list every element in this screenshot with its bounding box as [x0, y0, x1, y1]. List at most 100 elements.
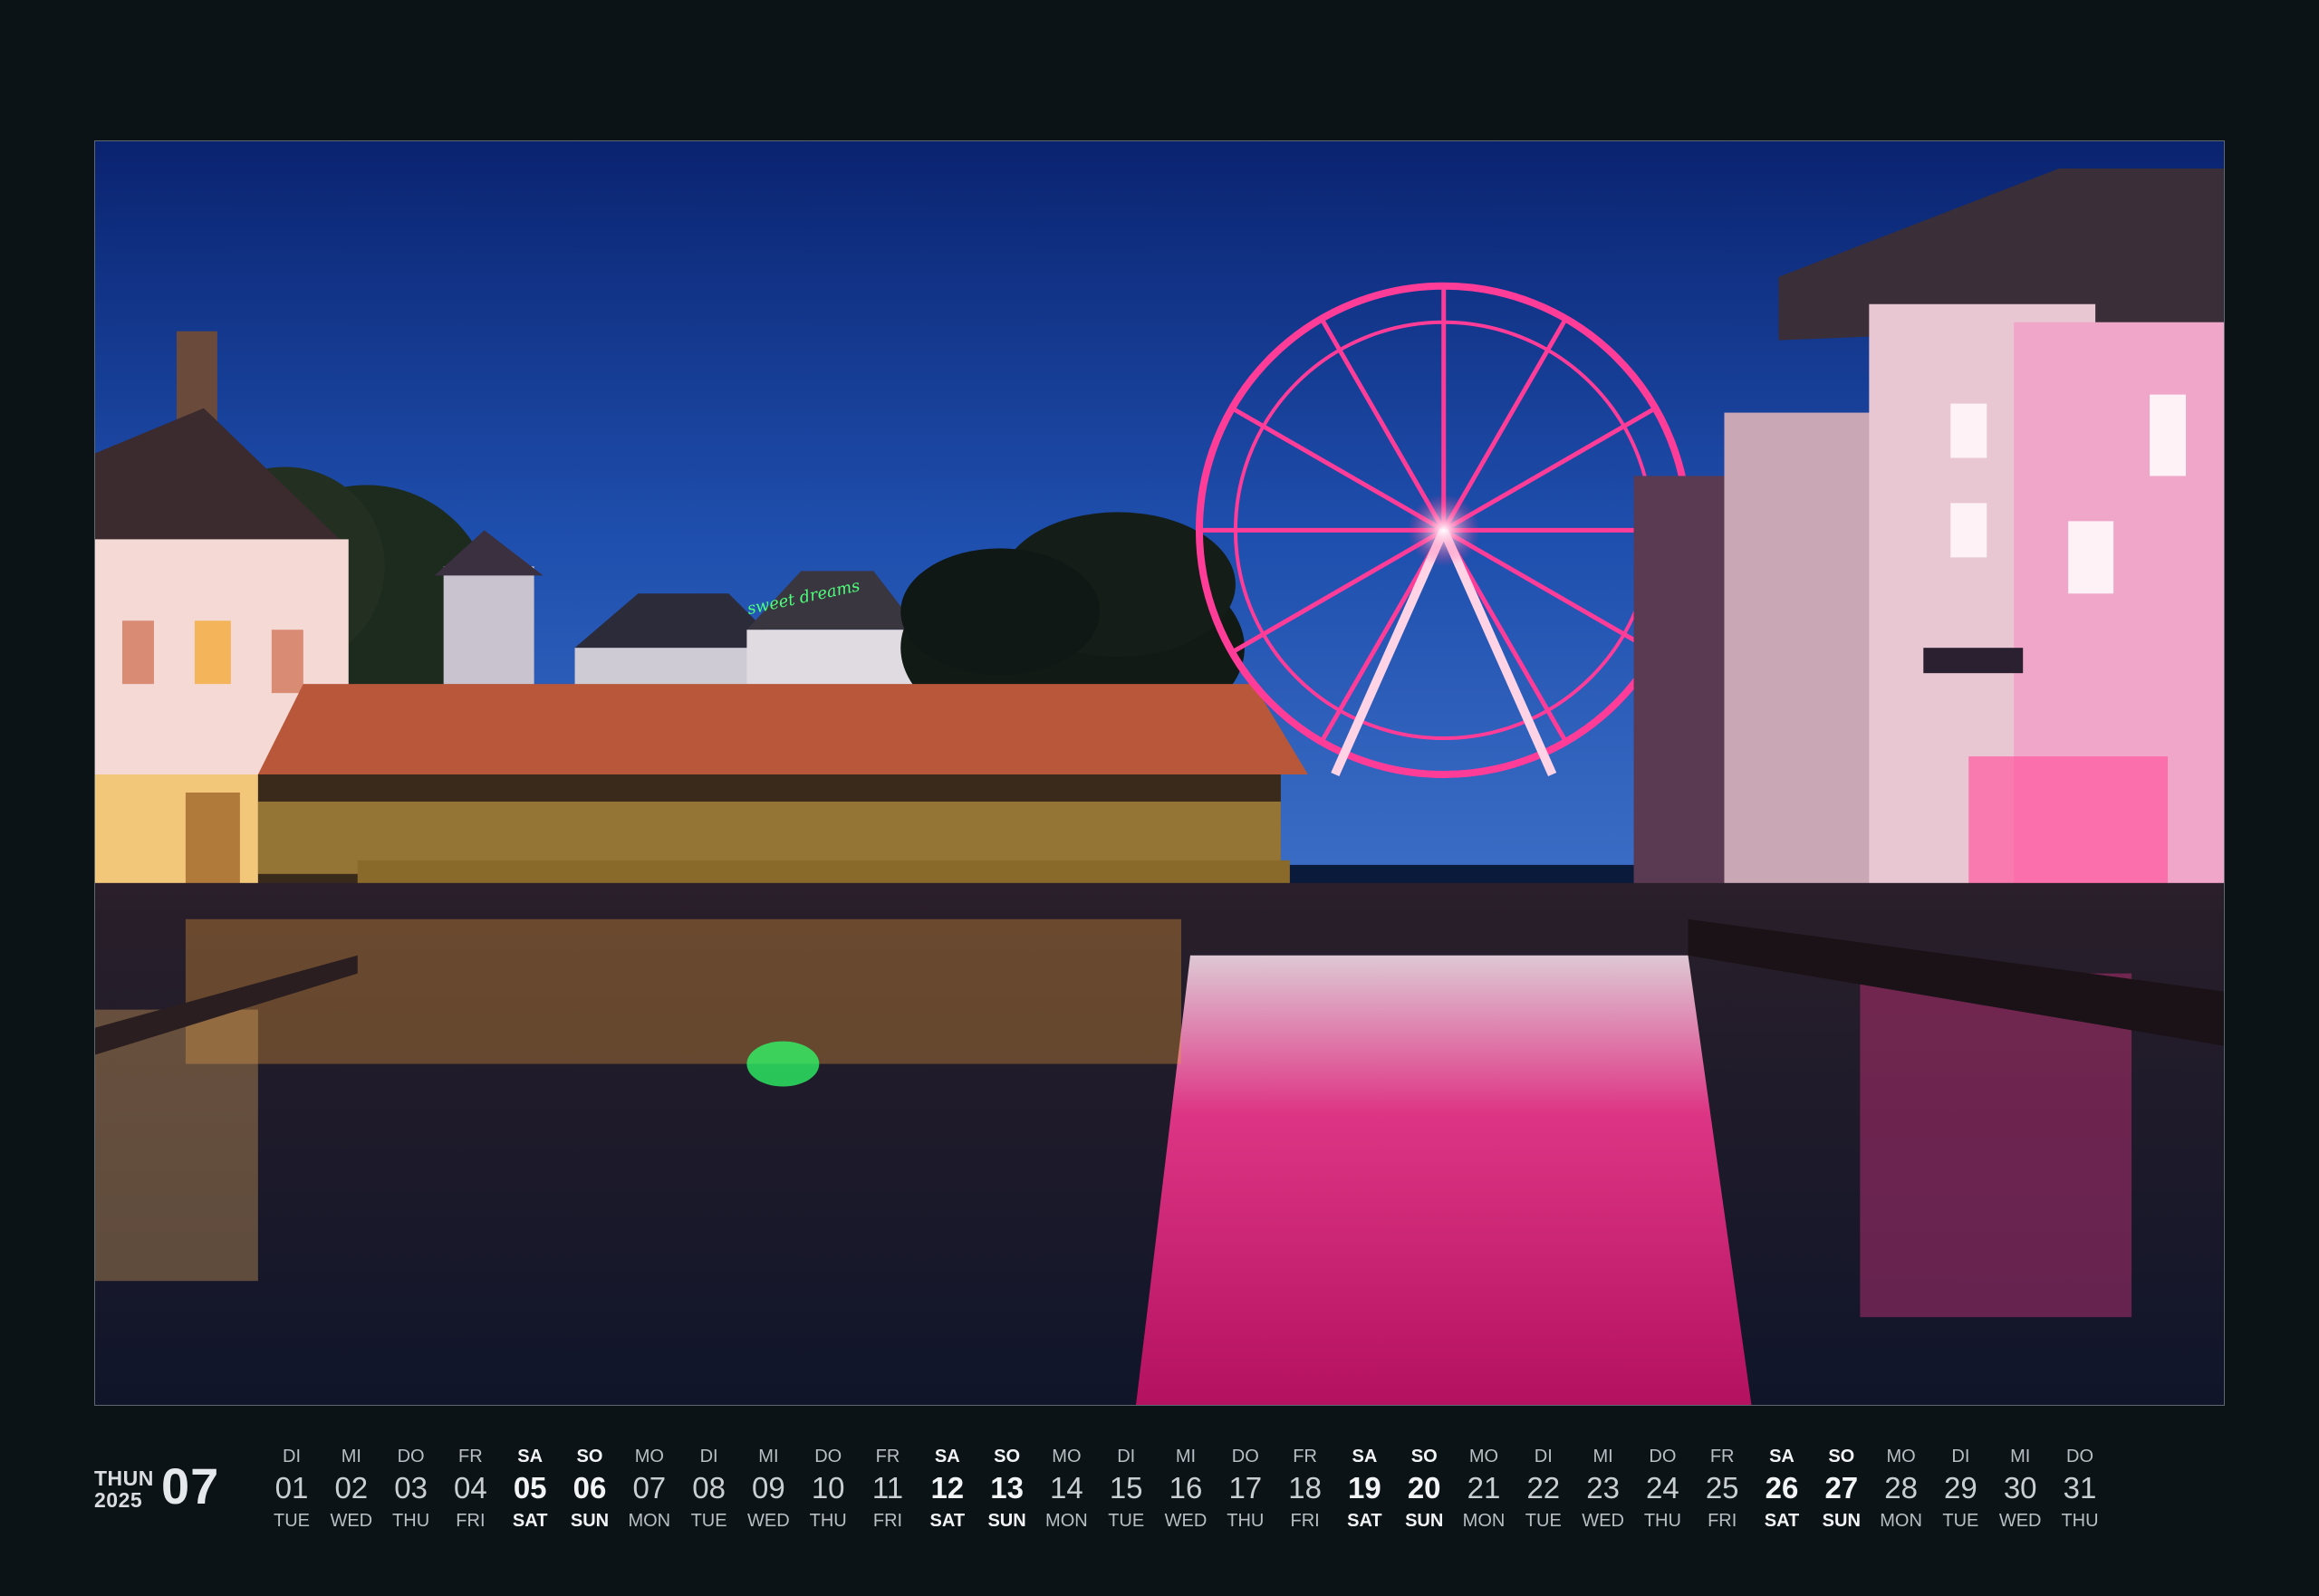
night-riverscape-illustration: sweet dreams	[95, 141, 2224, 1405]
weekday-english: MON	[1880, 1511, 1922, 1531]
day-number: 20	[1407, 1471, 1441, 1505]
day-number: 02	[334, 1471, 369, 1505]
weekday-german: FR	[1709, 1447, 1735, 1466]
weekday-german: SO	[1410, 1447, 1438, 1466]
day-column: DO 31 THU	[2048, 1444, 2112, 1534]
day-number: 17	[1228, 1471, 1263, 1505]
day-strip: DI 01 TUE MI 02 WED DO 03 THU FR 04 FRI SA 05 SAT SO 06 S…	[274, 1444, 2266, 1553]
weekday-german: SO	[1828, 1447, 1855, 1466]
weekday-german: DI	[1117, 1447, 1136, 1466]
weekday-german: SA	[517, 1447, 544, 1466]
day-column: SA 12 SAT	[916, 1444, 979, 1534]
day-column: MO 28 MON	[1870, 1444, 1933, 1534]
day-number: 06	[573, 1471, 607, 1505]
weekday-german: SO	[576, 1447, 603, 1466]
day-column: MO 14 MON	[1034, 1444, 1098, 1534]
weekday-german: MO	[1052, 1447, 1082, 1466]
day-number: 13	[990, 1471, 1024, 1505]
day-column: DO 24 THU	[1631, 1444, 1694, 1534]
day-column: DI 08 TUE	[678, 1444, 741, 1534]
weekday-english: SAT	[1347, 1511, 1382, 1531]
day-column: DI 29 TUE	[1929, 1444, 1992, 1534]
weekday-german: SA	[934, 1447, 960, 1466]
weekday-english: SAT	[1764, 1511, 1800, 1531]
weekday-english: SUN	[987, 1511, 1026, 1531]
day-number: 11	[871, 1471, 904, 1505]
weekday-german: MI	[2010, 1447, 2031, 1466]
month-number: 07	[161, 1457, 220, 1514]
day-column: SO 20 SUN	[1392, 1444, 1456, 1534]
weekday-english: TUE	[1108, 1511, 1145, 1531]
day-number: 22	[1526, 1471, 1561, 1505]
weekday-english: TUE	[1942, 1511, 1979, 1531]
weekday-german: MO	[1468, 1447, 1499, 1466]
day-number: 23	[1586, 1471, 1620, 1505]
day-column: MO 07 MON	[618, 1444, 681, 1534]
weekday-german: MI	[758, 1447, 779, 1466]
weekday-english: THU	[392, 1511, 430, 1531]
day-column: MO 21 MON	[1452, 1444, 1516, 1534]
weekday-english: FRI	[1290, 1511, 1320, 1531]
day-column: FR 18 FRI	[1274, 1444, 1337, 1534]
day-number: 01	[274, 1471, 309, 1505]
day-column: MI 02 WED	[320, 1444, 383, 1534]
weekday-german: FR	[1293, 1447, 1317, 1466]
weekday-english: SUN	[570, 1511, 610, 1531]
day-column: DI 15 TUE	[1094, 1444, 1158, 1534]
weekday-english: FRI	[872, 1511, 903, 1531]
day-column: DI 22 TUE	[1512, 1444, 1575, 1534]
day-number: 14	[1050, 1471, 1083, 1505]
weekday-english: FRI	[1708, 1511, 1737, 1531]
calendar-footer: THUN 2025 07 DI 01 TUE MI 02 WED DO 03 THU FR 04 FR…	[94, 1444, 2225, 1553]
weekday-english: THU	[809, 1511, 847, 1531]
weekday-english: TUE	[274, 1511, 310, 1531]
day-number: 24	[1646, 1471, 1679, 1505]
weekday-english: WED	[1582, 1511, 1624, 1531]
day-number: 09	[752, 1471, 785, 1505]
day-column: DO 03 THU	[380, 1444, 443, 1534]
day-number: 04	[454, 1471, 487, 1505]
weekday-german: DI	[1534, 1447, 1553, 1466]
weekday-english: WED	[1164, 1511, 1208, 1531]
day-column: MI 30 WED	[1988, 1444, 2052, 1534]
day-number: 31	[2063, 1471, 2097, 1505]
day-column: DI 01 TUE	[260, 1444, 323, 1534]
day-column: FR 11 FRI	[856, 1444, 919, 1534]
day-number: 27	[1824, 1471, 1859, 1505]
city-label: THUN	[94, 1466, 154, 1490]
weekday-german: DI	[1951, 1447, 1970, 1466]
day-number: 08	[692, 1471, 726, 1505]
weekday-english: THU	[2061, 1511, 2099, 1531]
day-number: 03	[394, 1471, 428, 1505]
day-column: SA 05 SAT	[498, 1444, 562, 1534]
year-label: 2025	[94, 1488, 143, 1512]
day-number: 18	[1288, 1471, 1322, 1505]
weekday-english: SUN	[1405, 1511, 1444, 1531]
weekday-german: DO	[1649, 1447, 1677, 1466]
house-reflection	[95, 1009, 258, 1282]
weekday-german: MI	[341, 1447, 361, 1466]
day-column: DO 10 THU	[796, 1444, 860, 1534]
day-number: 16	[1169, 1471, 1203, 1505]
weekday-english: THU	[1643, 1511, 1681, 1531]
weekday-german: DI	[699, 1447, 718, 1466]
day-column: FR 25 FRI	[1690, 1444, 1754, 1534]
day-column: SO 06 SUN	[558, 1444, 621, 1534]
day-number: 05	[513, 1471, 547, 1505]
weekday-german: FR	[458, 1447, 483, 1466]
weekday-english: MON	[1045, 1511, 1088, 1531]
weekday-german: SA	[1352, 1447, 1378, 1466]
day-number: 12	[930, 1471, 965, 1505]
weekday-english: FRI	[456, 1511, 486, 1531]
day-column: SO 27 SUN	[1810, 1444, 1873, 1534]
day-column: DO 17 THU	[1214, 1444, 1277, 1534]
day-number: 19	[1348, 1471, 1381, 1505]
day-number: 25	[1705, 1471, 1739, 1505]
weekday-english: TUE	[690, 1511, 727, 1531]
day-number: 30	[2003, 1471, 2037, 1505]
day-number: 26	[1765, 1471, 1799, 1505]
weekday-german: SO	[994, 1447, 1021, 1466]
day-number: 29	[1944, 1471, 1977, 1505]
weekday-english: THU	[1227, 1511, 1265, 1531]
bridge-reflection	[185, 918, 1181, 1064]
